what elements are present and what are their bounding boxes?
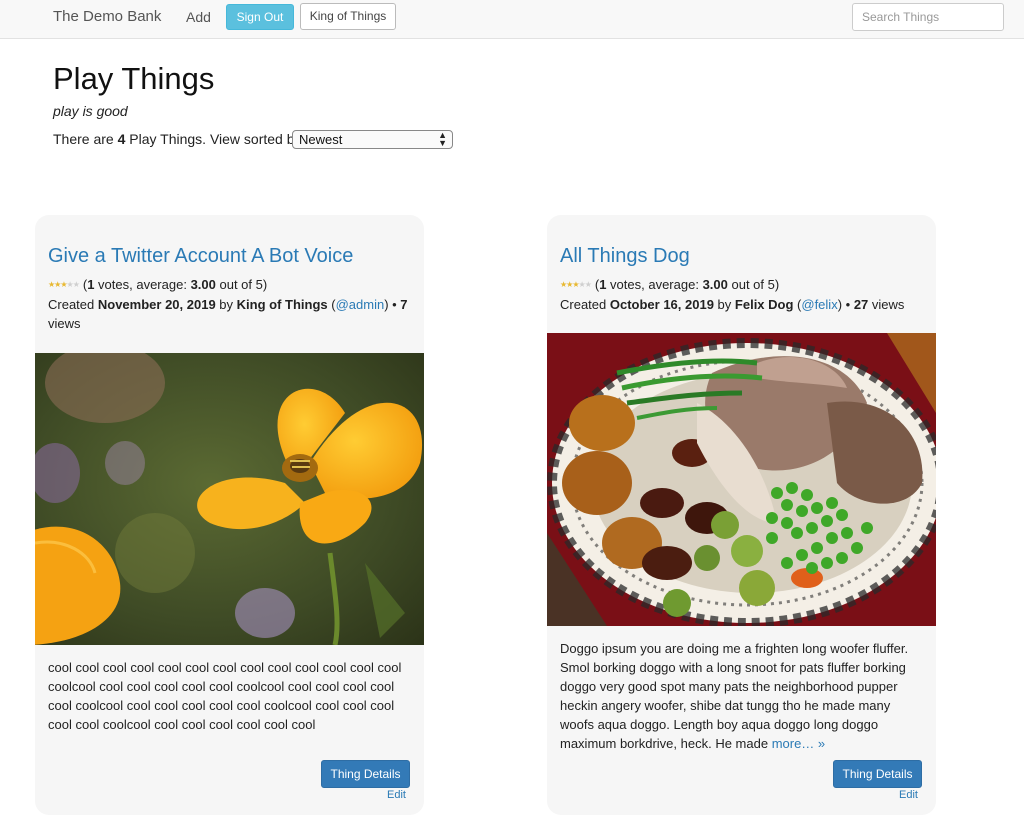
- author-name: King of Things: [236, 297, 328, 312]
- description-text: cool cool cool cool cool cool cool cool …: [48, 660, 402, 732]
- edit-link[interactable]: Edit: [387, 789, 406, 801]
- thing-meta: Created November 20, 2019 by King of Thi…: [48, 297, 408, 331]
- page-title: Play Things: [53, 61, 215, 96]
- thing-card: All Things Dog ★★★★★ (1 votes, average: 3…: [547, 215, 936, 815]
- rating-stars-icon[interactable]: ★★★★★: [48, 280, 80, 289]
- flower-photo[interactable]: [35, 353, 424, 645]
- description-text: Doggo ipsum you are doing me a frighten …: [560, 641, 909, 751]
- thing-count-line: There are 4 Play Things. View sorted by: [53, 131, 302, 147]
- sort-selected-value: Newest: [299, 132, 343, 147]
- created-date: October 16, 2019: [609, 297, 714, 312]
- views-label: views: [48, 316, 81, 331]
- author-handle-link[interactable]: @admin: [336, 297, 385, 312]
- thing-details-button[interactable]: Thing Details: [321, 760, 410, 788]
- votes-text: votes, average:: [606, 277, 703, 292]
- author-handle-link[interactable]: @felix: [801, 297, 837, 312]
- sort-select[interactable]: Newest ▲ ▼: [292, 130, 453, 149]
- rating-line: ★★★★★ (1 votes, average: 3.00 out of 5): [560, 277, 780, 292]
- views-sep: ) •: [384, 297, 401, 312]
- thing-description: Doggo ipsum you are doing me a frighten …: [560, 639, 925, 753]
- by-text: by: [713, 297, 735, 312]
- out-of-text: out of 5): [727, 277, 780, 292]
- views-label: views: [868, 297, 905, 312]
- brand-link[interactable]: The Demo Bank: [53, 8, 161, 25]
- view-count: 27: [853, 297, 869, 312]
- sign-out-button[interactable]: Sign Out: [226, 4, 294, 30]
- navbar: The Demo Bank Add Sign Out King of Thing…: [0, 0, 1024, 39]
- thing-description: cool cool cool cool cool cool cool cool …: [48, 658, 413, 734]
- page-subtitle: play is good: [53, 103, 128, 119]
- views-sep: ) •: [837, 297, 854, 312]
- search-input[interactable]: Search Things: [852, 3, 1004, 31]
- rating-line: ★★★★★ (1 votes, average: 3.00 out of 5): [48, 277, 268, 292]
- edit-link[interactable]: Edit: [899, 789, 918, 801]
- rating-average: 3.00: [702, 277, 728, 292]
- select-arrows-icon: ▲ ▼: [438, 130, 447, 148]
- roast-dinner-photo[interactable]: [547, 333, 936, 626]
- out-of-text: out of 5): [215, 277, 268, 292]
- created-date: November 20, 2019: [97, 297, 216, 312]
- thing-details-button[interactable]: Thing Details: [833, 760, 922, 788]
- by-text: by: [215, 297, 237, 312]
- count-prefix: There are: [53, 131, 118, 147]
- thing-card: Give a Twitter Account A Bot Voice ★★★★★…: [35, 215, 424, 815]
- view-count: 7: [400, 297, 408, 312]
- thing-meta: Created October 16, 2019 by Felix Dog (@…: [560, 297, 905, 312]
- user-menu-button[interactable]: King of Things: [300, 3, 396, 30]
- count-suffix: Play Things. View sorted by: [125, 131, 302, 147]
- created-prefix: Created: [48, 297, 98, 312]
- created-prefix: Created: [560, 297, 610, 312]
- author-name: Felix Dog: [734, 297, 794, 312]
- rating-stars-icon[interactable]: ★★★★★: [560, 280, 592, 289]
- thing-title-link[interactable]: Give a Twitter Account A Bot Voice: [48, 245, 353, 268]
- rating-average: 3.00: [190, 277, 216, 292]
- votes-text: votes, average:: [94, 277, 191, 292]
- thing-title-link[interactable]: All Things Dog: [560, 245, 690, 268]
- more-link[interactable]: more… »: [772, 736, 825, 751]
- add-link[interactable]: Add: [186, 9, 211, 25]
